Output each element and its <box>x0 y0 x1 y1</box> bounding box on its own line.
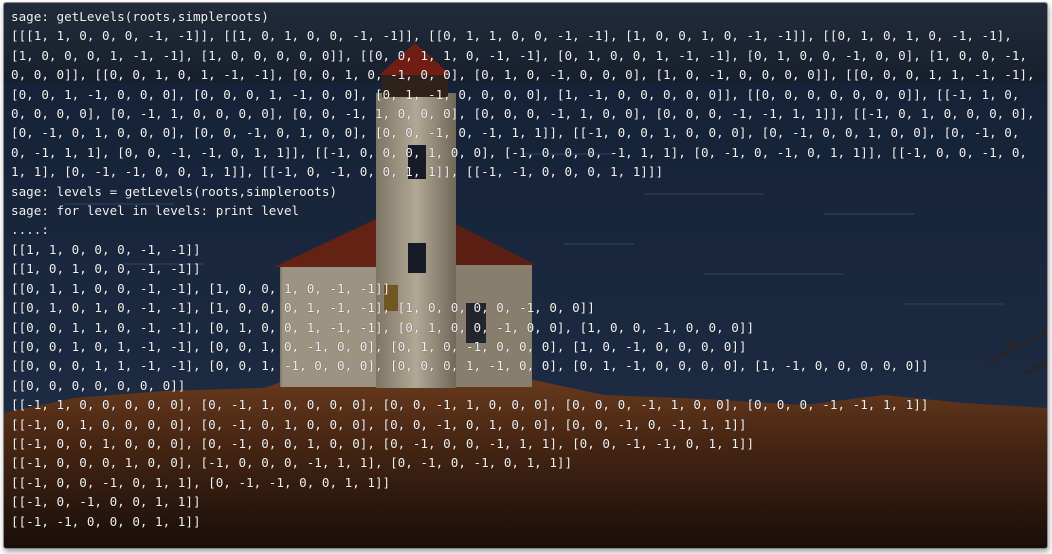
terminal-line: sage: getLevels(roots,simpleroots) <box>11 9 269 24</box>
terminal-line: [[-1, 0, 1, 0, 0, 0, 0], [0, -1, 0, 1, 0… <box>11 416 747 432</box>
terminal-output[interactable]: sage: getLevels(roots,simpleroots) [[[1, … <box>11 7 1043 548</box>
terminal-line: sage: for level in levels: print level <box>11 203 300 219</box>
terminal-line: [[0, 1, 0, 1, 0, -1, -1], [1, 0, 0, 0, 1… <box>11 300 595 316</box>
terminal-line: [[-1, 0, -1, 0, 0, 1, 1]] <box>11 494 201 510</box>
terminal-line: [[0, 0, 0, 0, 0, 0, 0]] <box>11 377 186 393</box>
terminal-line: [[0, 0, 1, 0, 1, -1, -1], [0, 0, 1, 0, -… <box>11 338 747 354</box>
terminal-line: [[0, 1, 1, 0, 0, -1, -1], [1, 0, 0, 1, 0… <box>11 280 391 296</box>
terminal-line: [[1, 1, 0, 0, 0, -1, -1]] <box>11 241 201 257</box>
terminal-line: [[0, 0, 0, 1, 1, -1, -1], [0, 0, 1, -1, … <box>11 358 929 374</box>
terminal-line: [[-1, 1, 0, 0, 0, 0, 0], [0, -1, 1, 0, 0… <box>11 397 929 413</box>
terminal-line: [[-1, 0, 0, -1, 0, 1, 1], [0, -1, -1, 0,… <box>11 474 391 490</box>
terminal-line: [[-1, 0, 0, 0, 1, 0, 0], [-1, 0, 0, 0, -… <box>11 455 573 471</box>
terminal-line: [[[1, 1, 0, 0, 0, -1, -1]], [[1, 0, 1, 0… <box>11 28 1043 180</box>
terminal-window[interactable]: sage: getLevels(roots,simpleroots) [[[1, … <box>3 2 1048 549</box>
terminal-line: [[1, 0, 1, 0, 0, -1, -1]] <box>11 261 201 277</box>
terminal-line: [[-1, 0, 0, 1, 0, 0, 0], [0, -1, 0, 0, 1… <box>11 435 755 451</box>
terminal-line: [[0, 0, 1, 1, 0, -1, -1], [0, 1, 0, 0, 1… <box>11 319 755 335</box>
terminal-line: [[-1, -1, 0, 0, 0, 1, 1]] <box>11 513 201 529</box>
terminal-line: sage: levels = getLevels(roots,simpleroo… <box>11 183 338 199</box>
terminal-line: ....: <box>11 222 49 238</box>
